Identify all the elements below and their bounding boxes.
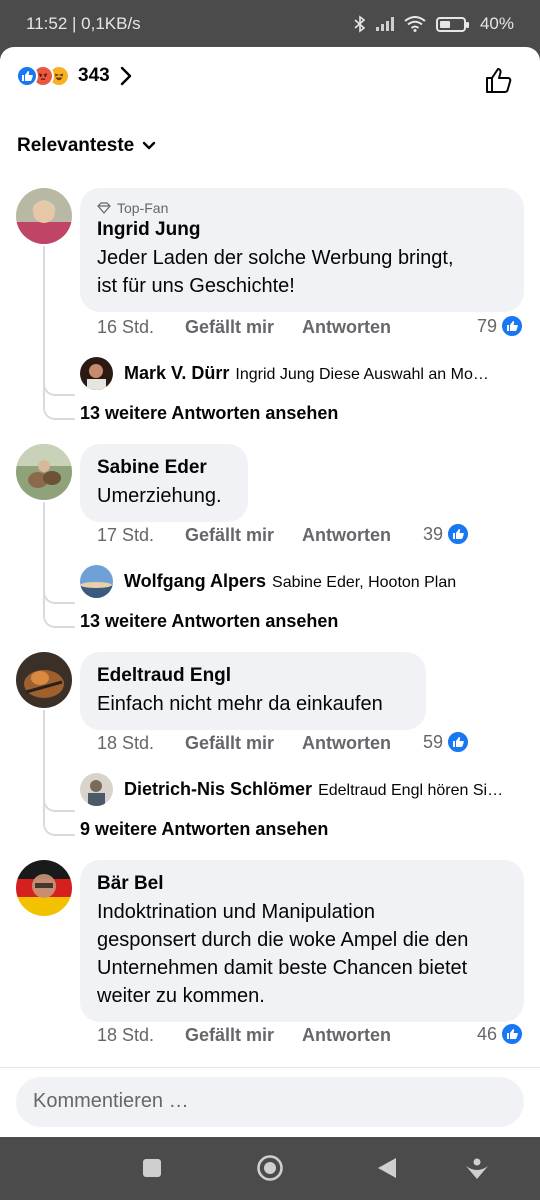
- comment-bubble[interactable]: Top-Fan Ingrid Jung Jeder Laden der solc…: [80, 188, 524, 312]
- comment-meta: 18 Std. Gefällt mir Antworten: [97, 733, 419, 754]
- view-more-replies[interactable]: 13 weitere Antworten ansehen: [80, 403, 338, 424]
- thread-curve: [43, 812, 75, 836]
- avatar[interactable]: [16, 652, 72, 708]
- reply-avatar[interactable]: [80, 773, 113, 806]
- status-bar: 11:52 | 0,1KB/s 40%: [0, 0, 540, 48]
- reaction-count: 343: [78, 65, 110, 86]
- view-more-replies[interactable]: 13 weitere Antworten ansehen: [80, 611, 338, 632]
- comment-author[interactable]: Bär Bel: [97, 872, 508, 896]
- like-outline-icon[interactable]: [484, 65, 514, 95]
- comment-bubble[interactable]: Sabine Eder Umerziehung.: [80, 444, 248, 522]
- comment-like-count[interactable]: 39: [423, 523, 470, 545]
- view-more-replies[interactable]: 9 weitere Antworten ansehen: [80, 819, 328, 840]
- diamond-icon: [97, 202, 111, 214]
- reply-author: Wolfgang Alpers: [124, 571, 267, 591]
- avatar[interactable]: [16, 188, 72, 244]
- comment-meta: 18 Std. Gefällt mir Antworten: [97, 1025, 419, 1046]
- comment-text: Umerziehung.: [97, 485, 222, 507]
- like-button[interactable]: Gefällt mir: [185, 1025, 274, 1046]
- reply-button[interactable]: Antworten: [302, 317, 391, 338]
- comment-author[interactable]: Ingrid Jung: [97, 218, 508, 242]
- back-nav-icon[interactable]: [372, 1153, 402, 1183]
- thread-curve: [43, 582, 75, 604]
- comment-time[interactable]: 18 Std.: [97, 733, 185, 754]
- reply-preview[interactable]: Dietrich-Nis Schlömer Edeltraud Engl höre…: [124, 779, 524, 800]
- comment-bubble[interactable]: Bär Bel Indoktrination und Manipulation …: [80, 860, 524, 1022]
- thread-curve: [43, 604, 75, 628]
- like-button[interactable]: Gefällt mir: [185, 733, 274, 754]
- like-reaction-icon: [447, 523, 470, 545]
- comment-time[interactable]: 17 Std.: [97, 525, 185, 546]
- reply-button[interactable]: Antworten: [302, 525, 391, 546]
- like-reaction-icon: [501, 1023, 523, 1045]
- reactions-summary[interactable]: 343: [16, 65, 132, 87]
- like-button[interactable]: Gefällt mir: [185, 525, 274, 546]
- avatar[interactable]: [16, 444, 72, 500]
- comment-author[interactable]: Edeltraud Engl: [97, 664, 410, 688]
- like-button[interactable]: Gefällt mir: [185, 317, 274, 338]
- comment-time[interactable]: 16 Std.: [97, 317, 185, 338]
- reply-author: Dietrich-Nis Schlömer: [124, 779, 313, 799]
- chevron-down-icon: [143, 141, 156, 150]
- signal-icon: [375, 17, 394, 31]
- system-nav-bar: [0, 1137, 540, 1200]
- reply-preview[interactable]: Wolfgang Alpers Sabine Eder, Hooton Plan: [124, 571, 524, 592]
- comment-time[interactable]: 18 Std.: [97, 1025, 185, 1046]
- home-circle-nav-icon[interactable]: [255, 1153, 285, 1183]
- reply-text: Ingrid Jung Diese Auswahl an Mo…: [235, 366, 489, 383]
- status-icons: 40%: [354, 14, 514, 34]
- like-reaction-icon: [16, 65, 38, 87]
- comment-author[interactable]: Sabine Eder: [97, 456, 232, 480]
- chevron-right-icon: [120, 66, 131, 86]
- comment-meta: 16 Std. Gefällt mir Antworten: [97, 317, 419, 338]
- comment-meta: 17 Std. Gefällt mir Antworten: [97, 525, 419, 546]
- comment-bubble[interactable]: Edeltraud Engl Einfach nicht mehr da ein…: [80, 652, 426, 730]
- wifi-icon: [404, 16, 426, 32]
- reply-text: Edeltraud Engl hören Si…: [318, 782, 504, 799]
- comment-like-count[interactable]: 46: [477, 1023, 523, 1045]
- comments-sheet: 343 Relevanteste Top-Fan Ingrid Jung Jed…: [0, 47, 540, 1137]
- like-reaction-icon: [501, 315, 523, 337]
- top-fan-badge: Top-Fan: [97, 200, 508, 216]
- reply-button[interactable]: Antworten: [302, 733, 391, 754]
- thread-curve: [43, 374, 75, 396]
- reply-button[interactable]: Antworten: [302, 1025, 391, 1046]
- comment-text: Einfach nicht mehr da einkaufen: [97, 693, 383, 715]
- status-time: 11:52 | 0,1KB/s: [26, 14, 141, 33]
- avatar[interactable]: [16, 860, 72, 916]
- comment-like-count[interactable]: 79: [477, 315, 523, 337]
- like-reaction-icon: [447, 731, 470, 753]
- square-nav-icon[interactable]: [137, 1153, 167, 1183]
- thread-curve: [43, 396, 75, 420]
- comment-text: Jeder Laden der solche Werbung bringt, i…: [97, 247, 454, 297]
- reply-avatar[interactable]: [80, 565, 113, 598]
- bluetooth-icon: [354, 15, 366, 33]
- comment-input[interactable]: Kommentieren …: [16, 1077, 524, 1127]
- reply-text: Sabine Eder, Hooton Plan: [272, 574, 457, 591]
- reply-author: Mark V. Dürr: [124, 363, 230, 383]
- reply-avatar[interactable]: [80, 357, 113, 390]
- sort-dropdown[interactable]: Relevanteste: [17, 135, 156, 157]
- reply-preview[interactable]: Mark V. Dürr Ingrid Jung Diese Auswahl an…: [124, 363, 524, 384]
- assistant-nav-icon[interactable]: [462, 1153, 492, 1183]
- comment-like-count[interactable]: 59: [423, 731, 470, 753]
- thread-curve: [43, 790, 75, 812]
- battery-level: 40%: [479, 14, 514, 33]
- comment-text: Indoktrination und Manipulation gesponse…: [97, 901, 469, 1007]
- comment-composer: Kommentieren …: [0, 1067, 540, 1137]
- battery-icon: [435, 16, 469, 32]
- sort-label: Relevanteste: [17, 135, 135, 156]
